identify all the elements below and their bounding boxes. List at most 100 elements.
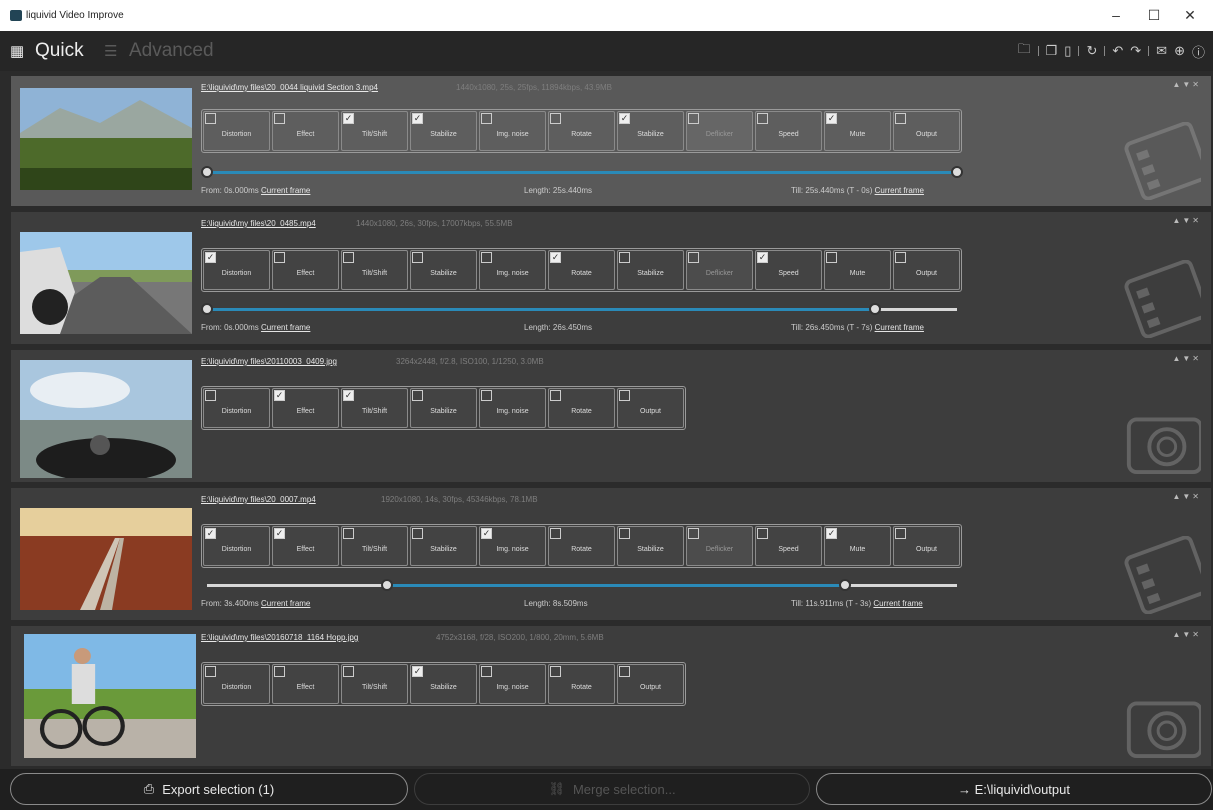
tool-checkbox[interactable]: ✓	[343, 390, 354, 401]
clip-row[interactable]: E:\liquivid\my files\20110003_0409.jpg 3…	[11, 350, 1211, 485]
tool-checkbox[interactable]	[688, 252, 699, 263]
tool-checkbox[interactable]: ✓	[343, 113, 354, 124]
row-controls[interactable]: ▲▼✕	[1172, 354, 1201, 363]
clip-path[interactable]: E:\liquivid\my files\20_0044 liquivid Se…	[201, 83, 378, 92]
tool-chip[interactable]: Deflicker	[686, 526, 753, 566]
advanced-mode-tab[interactable]: ☰ Advanced	[104, 39, 214, 63]
output-folder-button[interactable]: → E:\liquivid\output	[816, 773, 1212, 805]
row-controls[interactable]: ▲▼✕	[1172, 216, 1201, 225]
tool-checkbox[interactable]	[205, 113, 216, 124]
tool-checkbox[interactable]	[550, 113, 561, 124]
tool-checkbox[interactable]	[619, 528, 630, 539]
tool-checkbox[interactable]	[757, 113, 768, 124]
trim-end-handle[interactable]	[838, 579, 851, 591]
globe-icon[interactable]: ⊕	[1174, 43, 1185, 59]
tool-checkbox[interactable]	[274, 113, 285, 124]
tool-checkbox[interactable]	[688, 528, 699, 539]
tool-chip[interactable]: Tilt/Shift	[341, 250, 408, 290]
tool-checkbox[interactable]	[412, 252, 423, 263]
minimize-button[interactable]: –	[1103, 6, 1129, 24]
tool-chip[interactable]: Output	[893, 526, 960, 566]
tool-checkbox[interactable]	[481, 390, 492, 401]
tool-chip[interactable]: Output	[617, 388, 684, 428]
trim-track[interactable]	[201, 303, 957, 315]
tool-checkbox[interactable]: ✓	[205, 252, 216, 263]
tool-checkbox[interactable]: ✓	[826, 113, 837, 124]
tool-checkbox[interactable]: ✓	[757, 252, 768, 263]
trim-start-handle[interactable]	[201, 303, 213, 315]
tool-chip[interactable]: Effect	[272, 664, 339, 704]
tool-chip[interactable]: Output	[893, 111, 960, 151]
tool-chip[interactable]: Img. noise	[479, 388, 546, 428]
tool-chip[interactable]: Speed	[755, 526, 822, 566]
tool-checkbox[interactable]	[481, 113, 492, 124]
paste-icon[interactable]: ▯	[1064, 43, 1071, 59]
tool-chip[interactable]: ✓ Rotate	[548, 250, 615, 290]
tool-chip[interactable]: Rotate	[548, 388, 615, 428]
tool-checkbox[interactable]: ✓	[481, 528, 492, 539]
tool-checkbox[interactable]	[205, 666, 216, 677]
tool-checkbox[interactable]: ✓	[550, 252, 561, 263]
tool-chip[interactable]: Speed	[755, 111, 822, 151]
tool-chip[interactable]: ✓ Mute	[824, 526, 891, 566]
tool-checkbox[interactable]	[757, 528, 768, 539]
copy-icon[interactable]: ❐	[1046, 43, 1058, 59]
current-frame-link[interactable]: Current frame	[261, 323, 310, 332]
tool-checkbox[interactable]: ✓	[274, 390, 285, 401]
trim-start-handle[interactable]	[201, 166, 213, 178]
tool-checkbox[interactable]	[412, 528, 423, 539]
tool-chip[interactable]: Stabilize	[410, 388, 477, 428]
tool-checkbox[interactable]	[826, 252, 837, 263]
tool-checkbox[interactable]	[895, 113, 906, 124]
clip-path[interactable]: E:\liquivid\my files\20_0485.mp4	[201, 219, 316, 228]
tool-checkbox[interactable]	[481, 252, 492, 263]
tool-chip[interactable]: Distortion	[203, 388, 270, 428]
tool-chip[interactable]: Img. noise	[479, 111, 546, 151]
tool-chip[interactable]: Mute	[824, 250, 891, 290]
tool-checkbox[interactable]	[550, 390, 561, 401]
tool-chip[interactable]: ✓ Tilt/Shift	[341, 388, 408, 428]
tool-checkbox[interactable]	[619, 390, 630, 401]
trim-end-handle[interactable]	[951, 166, 963, 178]
tool-checkbox[interactable]	[205, 390, 216, 401]
tool-checkbox[interactable]	[688, 113, 699, 124]
tool-chip[interactable]: Img. noise	[479, 250, 546, 290]
tool-checkbox[interactable]	[895, 528, 906, 539]
tool-chip[interactable]: Stabilize	[617, 526, 684, 566]
tool-checkbox[interactable]	[550, 666, 561, 677]
tool-checkbox[interactable]	[895, 252, 906, 263]
tool-chip[interactable]: ✓ Speed	[755, 250, 822, 290]
clip-row[interactable]: E:\liquivid\my files\20_0485.mp4 1440x10…	[11, 212, 1211, 347]
row-controls[interactable]: ▲▼✕	[1172, 80, 1201, 89]
tool-checkbox[interactable]: ✓	[412, 113, 423, 124]
mail-icon[interactable]: ✉	[1156, 43, 1167, 59]
row-controls[interactable]: ▲▼✕	[1172, 492, 1201, 501]
current-frame-link[interactable]: Current frame	[873, 599, 922, 608]
trim-start-handle[interactable]	[381, 579, 393, 591]
clip-path[interactable]: E:\liquivid\my files\20_0007.mp4	[201, 495, 316, 504]
info-icon[interactable]: ⓘ	[1192, 42, 1205, 61]
close-button[interactable]: ✕	[1177, 6, 1203, 24]
tool-chip[interactable]: Stabilize	[410, 526, 477, 566]
clip-row[interactable]: E:\liquivid\my files\20_0007.mp4 1920x10…	[11, 488, 1211, 623]
tool-checkbox[interactable]: ✓	[412, 666, 423, 677]
folder-open-icon[interactable]: 🗀	[1018, 40, 1031, 62]
tool-chip[interactable]: Deflicker	[686, 250, 753, 290]
tool-checkbox[interactable]	[550, 528, 561, 539]
tool-chip[interactable]: Output	[893, 250, 960, 290]
quick-mode-tab[interactable]: ▦ Quick	[10, 39, 84, 63]
trim-track[interactable]	[201, 166, 963, 178]
current-frame-link[interactable]: Current frame	[261, 186, 310, 195]
tool-checkbox[interactable]: ✓	[274, 528, 285, 539]
trim-end-handle[interactable]	[868, 303, 881, 315]
redo-icon[interactable]: ↷	[1130, 43, 1141, 59]
tool-chip[interactable]: ✓ Img. noise	[479, 526, 546, 566]
tool-chip[interactable]: Stabilize	[617, 250, 684, 290]
clip-path[interactable]: E:\liquivid\my files\20110003_0409.jpg	[201, 357, 337, 366]
row-controls[interactable]: ▲▼✕	[1172, 630, 1201, 639]
clip-thumbnail[interactable]	[20, 360, 192, 478]
tool-checkbox[interactable]	[619, 666, 630, 677]
clip-thumbnail[interactable]	[20, 508, 192, 610]
tool-checkbox[interactable]	[343, 666, 354, 677]
tool-chip[interactable]: Distortion	[203, 664, 270, 704]
